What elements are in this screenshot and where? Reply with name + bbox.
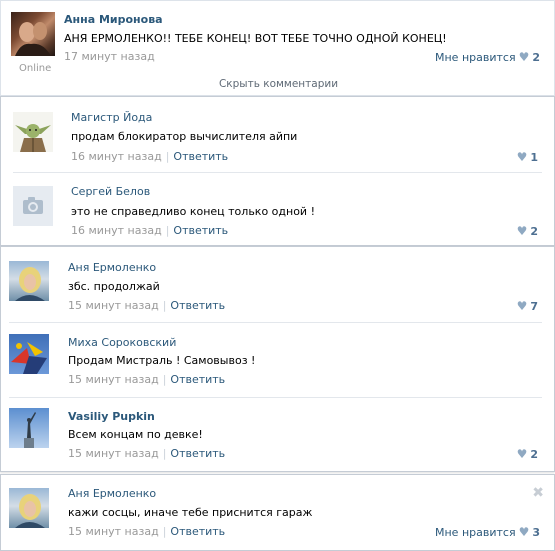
comment-avatar[interactable] [9, 261, 49, 301]
heart-icon: ♥ [516, 299, 528, 313]
post-time[interactable]: 17 минут назад [64, 50, 155, 63]
comment-avatar[interactable] [13, 186, 53, 226]
heart-icon: ♥ [516, 150, 528, 164]
like-label: Мне нравится [435, 51, 516, 64]
delete-comment-icon[interactable]: ✖ [532, 485, 544, 501]
divider [9, 397, 542, 398]
comment-author[interactable]: Миха Сороковский [68, 336, 176, 349]
comment-text: Всем концам по девке! [68, 428, 203, 441]
heart-icon: ♥ [518, 525, 530, 539]
comment-meta: 15 минут назад | Ответить [68, 299, 226, 312]
comment-author[interactable]: Магистр Йода [71, 111, 152, 124]
wall-post: Online Анна Миронова АНЯ ЕРМОЛЕНКО!! ТЕБ… [0, 0, 555, 96]
comment-like-button[interactable]: Мне нравится ♥ 3 [435, 525, 540, 539]
like-count: 2 [530, 225, 538, 238]
like-count: 1 [530, 151, 538, 164]
post-author-avatar[interactable] [11, 12, 55, 56]
comment-time[interactable]: 16 минут назад [71, 150, 162, 163]
heart-icon: ♥ [516, 447, 528, 461]
comment-author[interactable]: Аня Ермоленко [68, 261, 156, 274]
comment-meta: 15 минут назад | Ответить [68, 447, 226, 460]
comment-avatar[interactable] [9, 488, 49, 528]
comments-group-1: Магистр Йода продам блокиратор вычислите… [0, 96, 555, 246]
reply-button[interactable]: Ответить [170, 299, 225, 312]
comment-avatar[interactable] [13, 112, 53, 152]
reply-button[interactable]: Ответить [170, 525, 225, 538]
divider [13, 172, 542, 173]
reply-button[interactable]: Ответить [170, 373, 225, 386]
comment-time[interactable]: 15 минут назад [68, 525, 159, 538]
heart-icon: ♥ [518, 50, 530, 64]
comment-meta: 15 минут назад | Ответить [68, 525, 226, 538]
comment-like-button[interactable]: ♥ 7 [514, 299, 538, 313]
like-count: 7 [530, 300, 538, 313]
reply-button[interactable]: Ответить [173, 224, 228, 237]
comment-time[interactable]: 15 минут назад [68, 373, 159, 386]
online-status: Online [19, 63, 52, 74]
comment-time[interactable]: 15 минут назад [68, 447, 159, 460]
comment-text: кажи сосцы, иначе тебе приснится гараж [68, 506, 313, 519]
comment-avatar[interactable] [9, 408, 49, 448]
comments-group-2: Аня Ермоленко збс. продолжай 15 минут на… [0, 246, 555, 472]
comment-author[interactable]: Сергей Белов [71, 185, 150, 198]
post-text: АНЯ ЕРМОЛЕНКО!! ТЕБЕ КОНЕЦ! ВОТ ТЕБЕ ТОЧ… [64, 32, 447, 45]
comment-text: збс. продолжай [68, 280, 160, 293]
comment-author[interactable]: Аня Ермоленко [68, 487, 156, 500]
comment-text: продам блокиратор вычислителя айпи [71, 130, 298, 143]
comment-text: это не справедливо конец только одной ! [71, 205, 315, 218]
comment-time[interactable]: 15 минут назад [68, 299, 159, 312]
comment-author[interactable]: Vasiliy Pupkin [68, 410, 155, 423]
comment-meta: 16 минут назад | Ответить [71, 150, 229, 163]
comment-like-button[interactable]: ♥ 2 [514, 447, 538, 461]
comment-like-button[interactable]: ♥ 2 [514, 224, 538, 238]
like-count: 3 [532, 526, 540, 539]
comment-avatar[interactable] [9, 334, 49, 374]
comments-group-3: Аня Ермоленко кажи сосцы, иначе тебе при… [0, 474, 555, 551]
hide-comments-link[interactable]: Скрыть комментарии [1, 78, 555, 90]
divider [9, 322, 542, 323]
comment-text: Продам Мистраль ! Самовывоз ! [68, 354, 256, 367]
post-author-name[interactable]: Анна Миронова [64, 13, 163, 26]
reply-button[interactable]: Ответить [173, 150, 228, 163]
post-like-button[interactable]: Мне нравится ♥ 2 [435, 50, 540, 64]
like-count: 2 [532, 51, 540, 64]
comment-like-button[interactable]: ♥ 1 [514, 150, 538, 164]
comment-meta: 15 минут назад | Ответить [68, 373, 226, 386]
comment-meta: 16 минут назад | Ответить [71, 224, 229, 237]
comment-time[interactable]: 16 минут назад [71, 224, 162, 237]
like-label: Мне нравится [435, 526, 516, 539]
heart-icon: ♥ [516, 224, 528, 238]
reply-button[interactable]: Ответить [170, 447, 225, 460]
like-count: 2 [530, 448, 538, 461]
